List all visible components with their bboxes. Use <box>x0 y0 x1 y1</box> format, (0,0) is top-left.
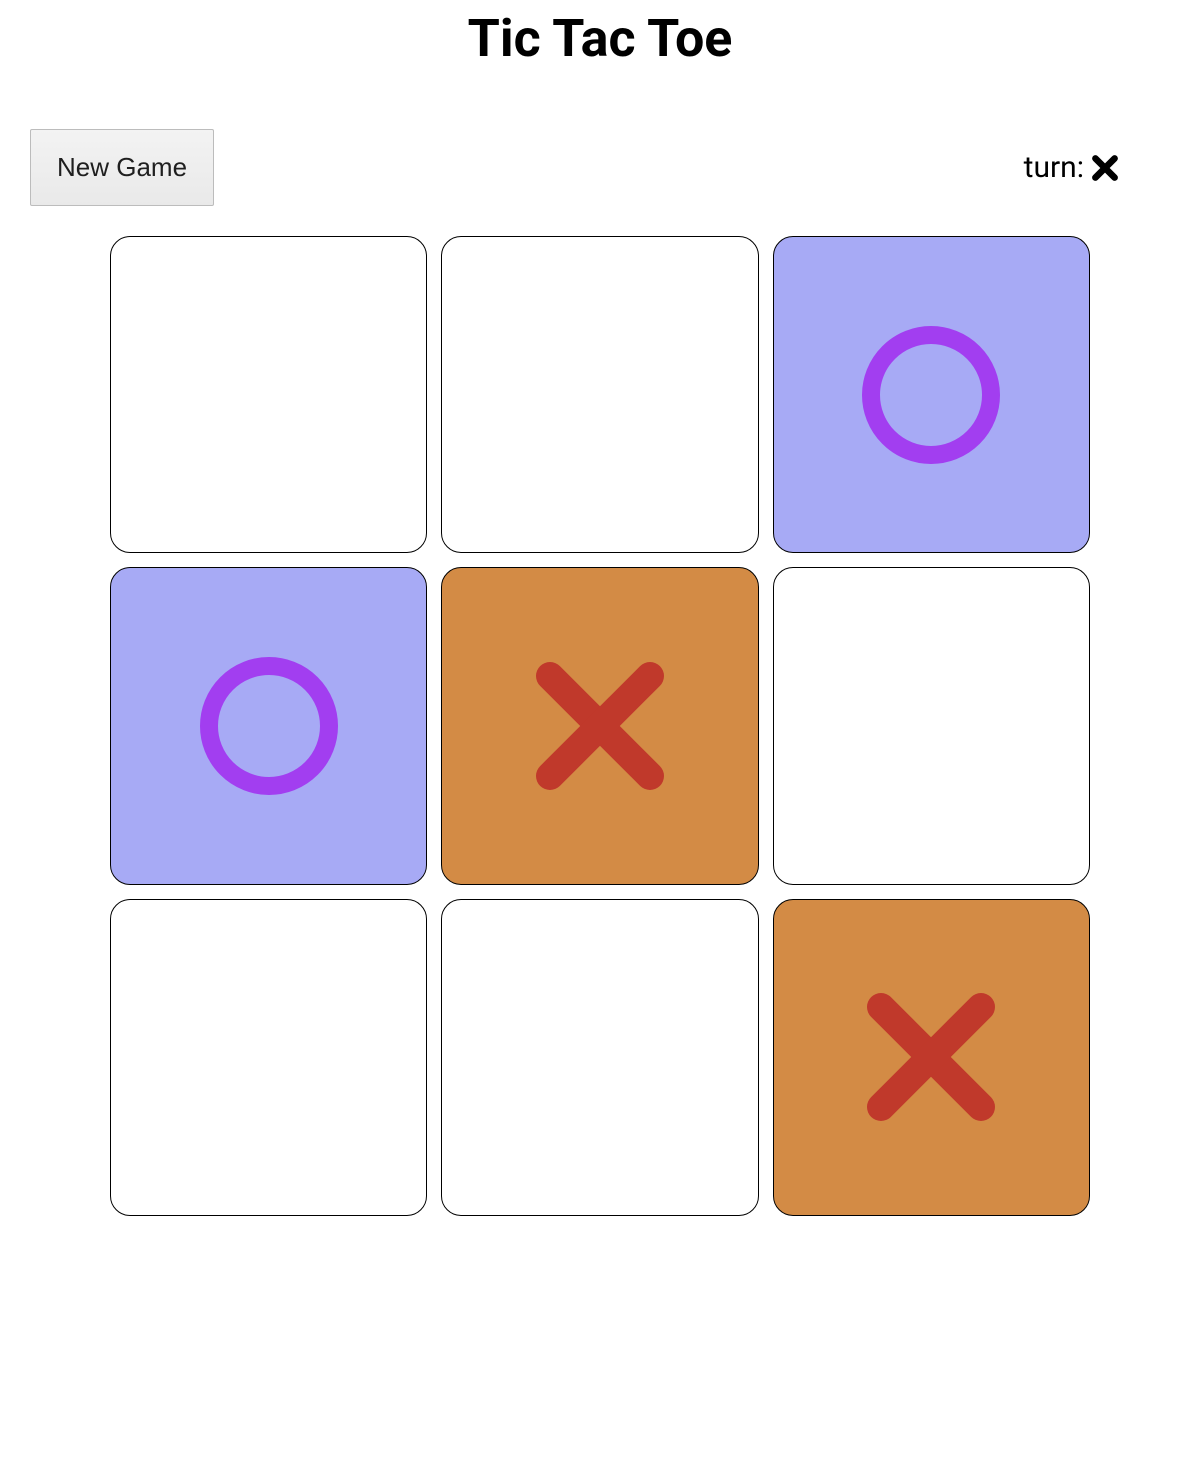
turn-label: turn: <box>1024 150 1084 185</box>
o-mark-icon <box>189 646 349 806</box>
page-title: Tic Tac Toe <box>10 8 1190 69</box>
cell-1-0 <box>110 567 427 884</box>
cell-0-1[interactable] <box>441 236 758 553</box>
o-mark-icon <box>851 315 1011 475</box>
cell-1-1 <box>441 567 758 884</box>
new-game-button[interactable]: New Game <box>30 129 214 206</box>
turn-mark-icon <box>1090 153 1120 183</box>
cell-2-2 <box>773 899 1090 1216</box>
cell-0-2 <box>773 236 1090 553</box>
cell-0-0[interactable] <box>110 236 427 553</box>
game-board <box>110 236 1090 1216</box>
x-mark-icon <box>851 977 1011 1137</box>
cell-1-2[interactable] <box>773 567 1090 884</box>
cell-2-0[interactable] <box>110 899 427 1216</box>
x-mark-icon <box>520 646 680 806</box>
turn-indicator: turn: <box>1024 150 1170 185</box>
controls-bar: New Game turn: <box>10 129 1190 236</box>
cell-2-1[interactable] <box>441 899 758 1216</box>
